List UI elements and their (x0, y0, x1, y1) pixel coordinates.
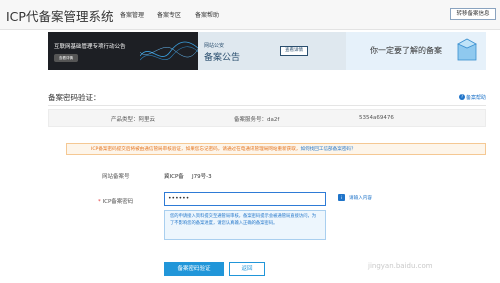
transfer-beian-button[interactable]: 转移备案信息 (450, 8, 496, 20)
section-title: 备案密码验证： (48, 93, 101, 102)
box-illustration-icon (457, 38, 477, 61)
nav-item-beian-zone[interactable]: 备案专区 (157, 10, 181, 19)
top-bar: ICP代备案管理系统 备案管理 备案专区 备案帮助 转移备案信息 (0, 0, 500, 30)
nav-item-beian-help[interactable]: 备案帮助 (195, 10, 219, 19)
banner-2-button[interactable]: 查看详情 (280, 46, 308, 56)
password-input[interactable]: •••••• (164, 192, 326, 206)
divider (48, 105, 486, 106)
site-title: ICP代备案管理系统 (6, 9, 114, 24)
banner-public-security[interactable]: 网站公安 备案公告 查看详情 (198, 32, 346, 70)
warning-text: ICP备案密码提交后将被由通信管局审核验证，如果您忘记密码，请通过在电通讯管理局… (91, 146, 356, 152)
help-link[interactable]: 备案帮助 (466, 94, 486, 101)
info-icon: i (338, 194, 345, 201)
service-no-prefix: da2f (267, 117, 280, 123)
warning-message: ICP备案密码提交后将被由通信管局审核验证，如果您忘记密码，请通过在电通讯管理局… (91, 147, 301, 152)
banner-1-text: 互联网基础管理专项行动公告 (54, 44, 126, 50)
help-icon[interactable]: ? (459, 94, 465, 100)
banner-2-small: 网站公安 (204, 43, 225, 49)
password-label: * ICP备案密码 (98, 197, 133, 205)
nav-item-beian-manage[interactable]: 备案管理 (120, 10, 144, 19)
banner-1-button-label: 查看详情 (59, 56, 73, 60)
verify-password-button[interactable]: 备案密码验证 (164, 262, 224, 276)
service-no-suffix: 5354a69476 (359, 115, 394, 121)
banner-announcement[interactable]: 互联网基础管理专项行动公告 查看详情 (48, 32, 200, 70)
tip-text: 请输入内容 (349, 196, 372, 201)
site-no-label: 网站备案号 (102, 174, 130, 180)
site-no-value: J79号-3 (192, 174, 212, 180)
banner-3-text: 你一定要了解的备案 (370, 46, 442, 55)
info-row: 产品类型：阿里云 备案服务号：da2f 5354a69476 (48, 109, 486, 127)
password-hint-box: 您的申请接入资料提交至通管局审核，备案密码提示会被通管局直接访问，为了不影响您的… (164, 210, 326, 240)
back-button[interactable]: 返回 (229, 262, 265, 276)
watermark: jingyan.baidu.com (368, 262, 433, 270)
service-no-label-text: 备案服务号： (234, 117, 268, 123)
password-label-text: ICP备案密码 (102, 199, 134, 205)
banner-1-button[interactable]: 查看详情 (54, 54, 78, 62)
banner-2-title: 备案公告 (204, 53, 241, 63)
wave-graphic-icon (140, 41, 200, 61)
warning-banner: ICP备案密码提交后将被由通信管局审核验证，如果您忘记密码，请通过在电通讯管理局… (66, 143, 486, 155)
retrieve-password-link[interactable]: 如何找回工信部备案密码？ (300, 147, 355, 152)
site-no-prefix: 冀ICP备 (164, 174, 184, 180)
product-type: 产品类型：阿里云 (111, 117, 156, 123)
service-no-label: 备案服务号：da2f (234, 115, 279, 123)
banner-must-know[interactable]: 你一定要了解的备案 (346, 32, 486, 70)
